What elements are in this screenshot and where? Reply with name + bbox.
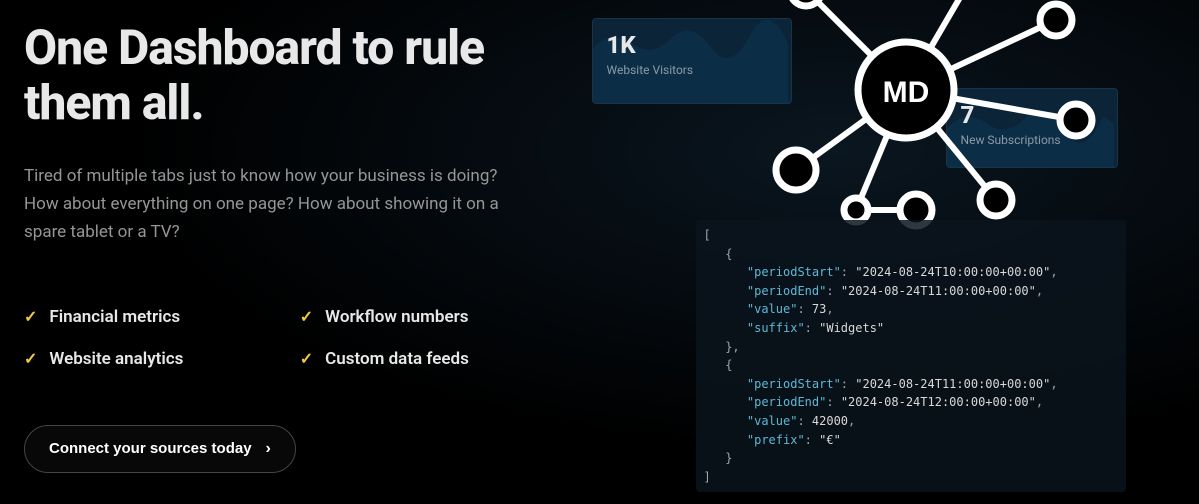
feature-item: ✓ Website analytics xyxy=(24,349,280,369)
illustration-panel: 1K Website Visitors 7 New Subscriptions xyxy=(576,0,1199,504)
connect-sources-button[interactable]: Connect your sources today › xyxy=(24,425,296,473)
feature-item: ✓ Workflow numbers xyxy=(300,307,556,327)
check-icon: ✓ xyxy=(24,307,37,326)
check-icon: ✓ xyxy=(300,349,313,368)
cta-label: Connect your sources today xyxy=(49,440,252,457)
code-sample: [ { "periodStart": "2024-08-24T10:00:00+… xyxy=(696,220,1126,492)
feature-label: Financial metrics xyxy=(49,307,180,327)
feature-label: Custom data feeds xyxy=(325,349,469,369)
feature-item: ✓ Financial metrics xyxy=(24,307,280,327)
logo-text: MD xyxy=(882,76,929,109)
feature-label: Workflow numbers xyxy=(325,307,468,327)
hero-headline: One Dashboard to rule them all. xyxy=(24,20,556,130)
network-graph-icon: MD xyxy=(696,0,1116,240)
feature-list: ✓ Financial metrics ✓ Workflow numbers ✓… xyxy=(24,307,556,369)
check-icon: ✓ xyxy=(300,307,313,326)
feature-label: Website analytics xyxy=(49,349,183,369)
hero-subtext: Tired of multiple tabs just to know how … xyxy=(24,162,504,246)
check-icon: ✓ xyxy=(24,349,37,368)
feature-item: ✓ Custom data feeds xyxy=(300,349,556,369)
chevron-right-icon: › xyxy=(266,440,271,458)
